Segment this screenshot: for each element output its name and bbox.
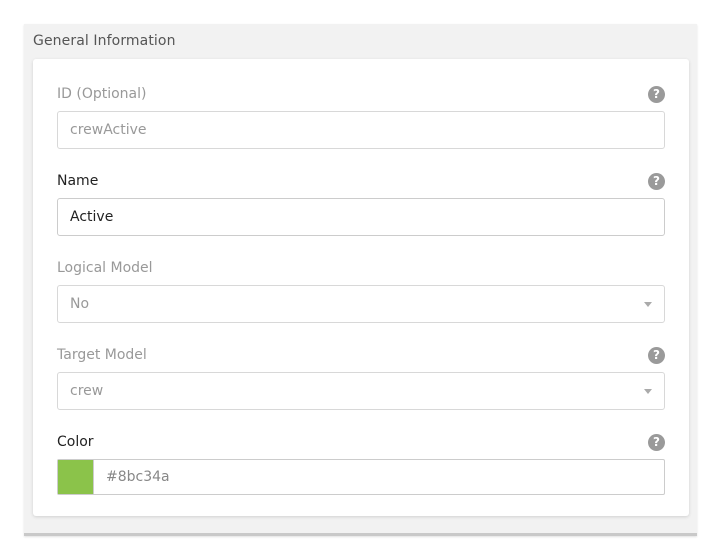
id-label: ID (Optional) [57,86,147,102]
name-input[interactable]: Active [57,198,665,236]
target-model-selected-value: crew [70,383,104,399]
question-circle-icon[interactable]: ? [648,434,665,451]
color-value: #8bc34a [106,469,170,485]
target-model-field-group: Target Model ? crew [57,346,665,410]
form-card: ID (Optional) ? crewActive Name ? Active… [33,59,689,516]
question-circle-icon[interactable]: ? [648,347,665,364]
panel-title: General Information [33,33,176,49]
color-input[interactable]: #8bc34a [57,459,665,495]
general-information-panel: General Information ID (Optional) ? crew… [24,24,697,536]
logical-model-selected-value: No [70,296,90,312]
name-field-group: Name ? Active [57,172,665,236]
question-circle-icon[interactable]: ? [648,86,665,103]
target-model-label: Target Model [57,347,147,363]
logical-model-label: Logical Model [57,260,153,276]
question-circle-icon[interactable]: ? [648,173,665,190]
caret-down-icon [644,389,652,394]
logical-model-field-group: Logical Model No [57,259,665,323]
color-swatch[interactable] [58,460,94,494]
logical-model-select[interactable]: No [57,285,665,323]
id-input[interactable]: crewActive [57,111,665,149]
name-label: Name [57,173,99,189]
caret-down-icon [644,302,652,307]
target-model-select[interactable]: crew [57,372,665,410]
color-label: Color [57,434,94,450]
id-field-group: ID (Optional) ? crewActive [57,85,665,149]
color-field-group: Color ? #8bc34a [57,433,665,495]
